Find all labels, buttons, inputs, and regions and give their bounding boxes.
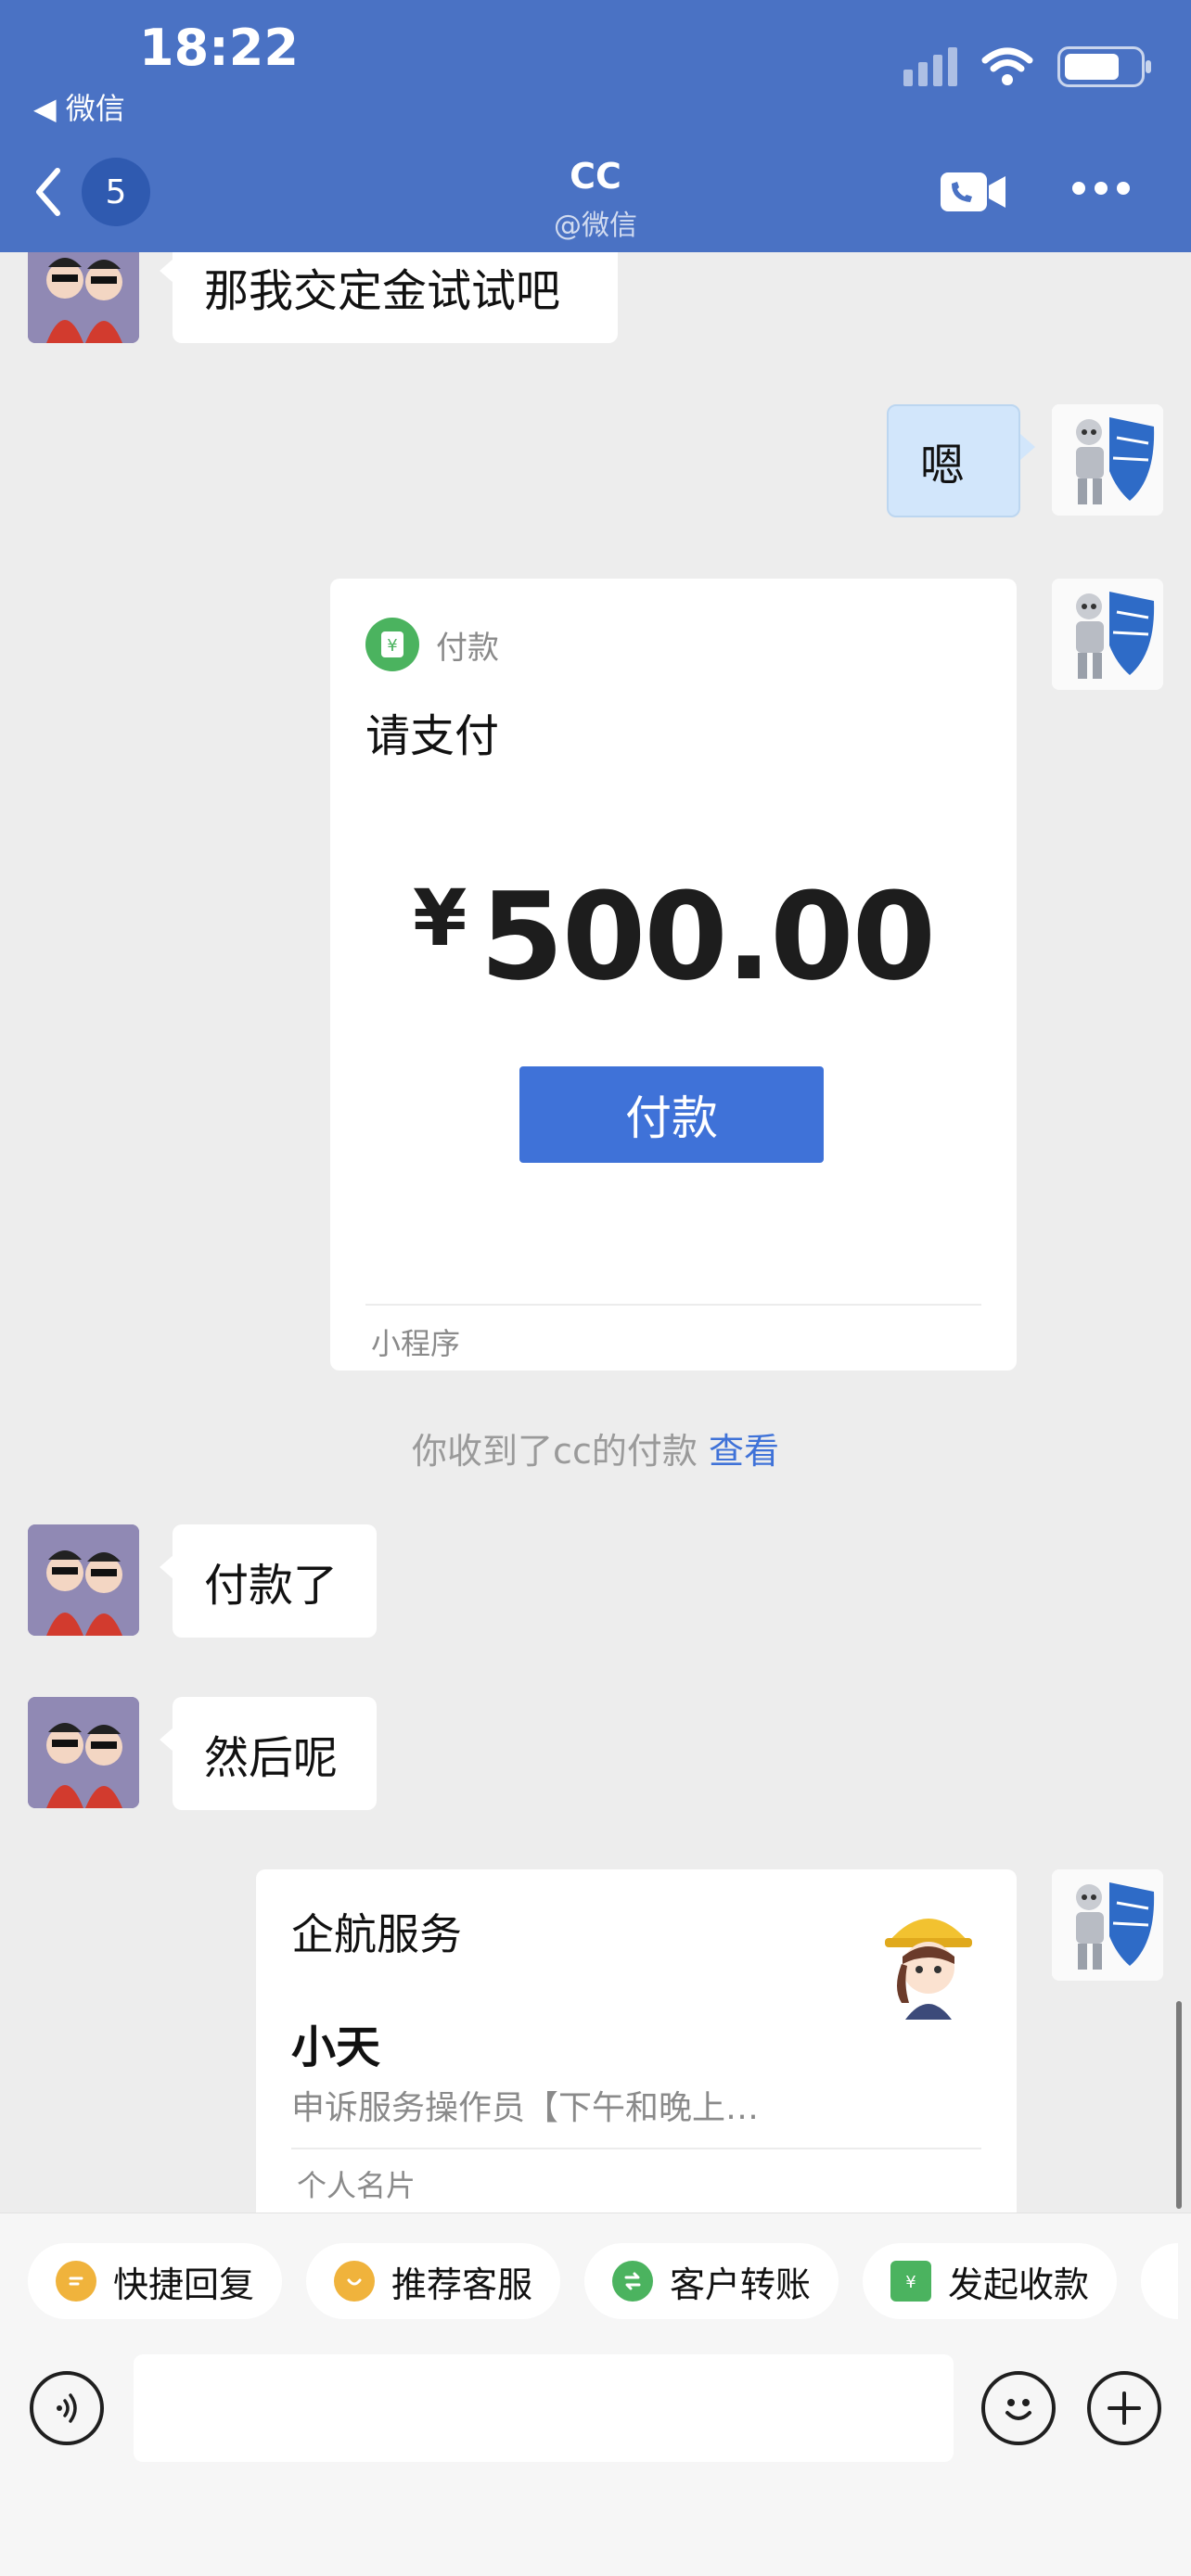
status-time: 18:22: [139, 19, 299, 77]
battery-icon: [1057, 46, 1151, 87]
request-payment-button[interactable]: ¥ 发起收款: [863, 2243, 1118, 2319]
customer-avatar[interactable]: [28, 1697, 139, 1808]
payment-card-label: 付款: [436, 629, 499, 667]
recommend-agent-icon: [334, 2261, 376, 2302]
add-more-icon[interactable]: [1087, 2371, 1161, 2445]
pay-button[interactable]: 付款: [519, 1066, 824, 1163]
contact-card[interactable]: 企航服务 小天 申诉服务操作员【下午和晚上… 个人名片: [256, 1869, 1017, 2213]
quick-reply-button[interactable]: 快捷回复: [28, 2243, 283, 2319]
header-bar: 18:22 ◀ 微信 5 CC @微信: [0, 0, 1191, 252]
message-bubble[interactable]: 嗯: [887, 404, 1020, 517]
chat-scrollbar[interactable]: [1176, 2001, 1182, 2209]
input-row: [0, 2351, 1191, 2466]
contact-org: 企航服务: [291, 1909, 462, 1959]
customer-transfer-label: 客户转账: [670, 2264, 812, 2305]
bottom-toolbar: 快捷回复 推荐客服 客户转账 ¥ 发起收款: [0, 2213, 1191, 2576]
customer-transfer-button[interactable]: 客户转账: [584, 2243, 839, 2319]
agent-avatar[interactable]: [1052, 579, 1163, 690]
status-icons: [903, 46, 1151, 87]
more-options-icon[interactable]: [1072, 182, 1130, 195]
payment-card[interactable]: ¥ 付款 请支付 ¥500.00 付款 小程序: [330, 579, 1017, 1371]
message-input[interactable]: [134, 2354, 954, 2462]
transfer-icon: [612, 2261, 654, 2302]
contact-name: 小天: [291, 2021, 381, 2073]
chat-subtitle: @微信: [554, 210, 637, 242]
voice-input-icon[interactable]: [30, 2371, 104, 2445]
system-notice: 你收到了cc的付款 查看: [0, 1422, 1191, 1473]
quick-reply-icon: [56, 2261, 96, 2302]
recommend-agent-button[interactable]: 推荐客服: [306, 2243, 561, 2319]
divider: [291, 2148, 981, 2149]
quick-reply-label: 快捷回复: [113, 2264, 255, 2305]
amount-value: 500.00: [480, 866, 936, 1007]
svg-text:¥: ¥: [387, 636, 397, 656]
agent-avatar[interactable]: [1052, 1869, 1163, 1981]
recommend-agent-label: 推荐客服: [391, 2264, 533, 2305]
message-text: 付款了: [204, 1560, 339, 1612]
message-bubble[interactable]: 付款了: [173, 1524, 377, 1638]
emoji-icon[interactable]: [981, 2371, 1056, 2445]
contact-description: 申诉服务操作员【下午和晚上…: [291, 2089, 760, 2127]
message-bubble[interactable]: 然后呢: [173, 1697, 377, 1810]
view-payment-link[interactable]: 查看: [709, 1431, 779, 1472]
video-call-icon[interactable]: [939, 171, 1009, 213]
chat-title: CC: [570, 156, 621, 197]
message-text: 然后呢: [204, 1732, 339, 1784]
payment-title: 请支付: [365, 710, 500, 762]
currency-symbol: ¥: [412, 873, 467, 963]
contact-card-label: 个人名片: [297, 2168, 416, 2203]
quick-action-bar: 快捷回复 推荐客服 客户转账 ¥ 发起收款: [28, 2243, 1179, 2319]
system-notice-text: 你收到了cc的付款: [412, 1431, 698, 1472]
divider: [365, 1304, 981, 1306]
back-to-app-link[interactable]: ◀ 微信: [33, 85, 125, 128]
more-quick-actions[interactable]: [1141, 2243, 1179, 2319]
wifi-icon: [981, 47, 1033, 85]
payment-icon: ¥: [365, 618, 419, 671]
message-text: 那我交定金试试吧: [204, 265, 561, 317]
payment-card-header: ¥ 付款: [365, 618, 499, 671]
svg-text:¥: ¥: [905, 2273, 916, 2292]
agent-avatar[interactable]: [1052, 404, 1163, 516]
customer-avatar[interactable]: [28, 252, 139, 343]
cellular-signal-icon: [903, 47, 957, 86]
message-text: 嗯: [920, 440, 966, 491]
mini-program-label: 小程序: [371, 1326, 461, 1361]
contact-avatar: [868, 1899, 989, 2020]
message-bubble[interactable]: 那我交定金试试吧: [173, 252, 618, 343]
customer-avatar[interactable]: [28, 1524, 139, 1636]
payment-amount: ¥500.00: [330, 866, 1017, 1007]
request-payment-label: 发起收款: [948, 2264, 1090, 2305]
chat-area: 那我交定金试试吧 嗯 ¥ 付款 请支付 ¥500.00 付款 小程序 你收到了c…: [0, 252, 1191, 2213]
payment-request-icon: ¥: [890, 2261, 932, 2302]
